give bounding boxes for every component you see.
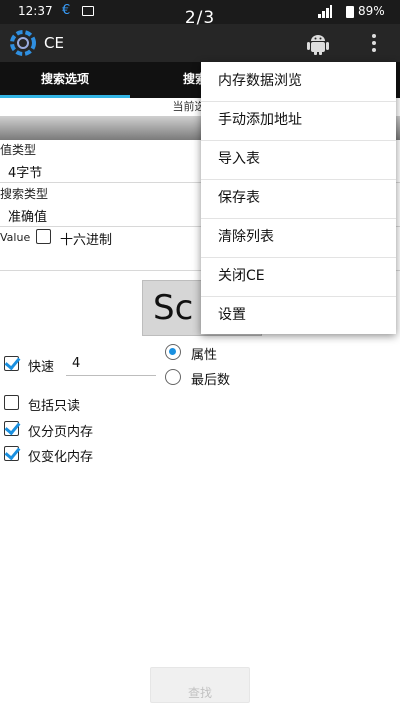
menu-item-add-address[interactable]: 手动添加地址 bbox=[201, 101, 396, 140]
menu-item-clear-list[interactable]: 清除列表 bbox=[201, 218, 396, 257]
fast-scan-input[interactable]: 4 bbox=[66, 352, 156, 376]
value-label: Value bbox=[0, 231, 31, 244]
paged-memory-label: 仅分页内存 bbox=[28, 425, 94, 440]
include-readonly-checkbox[interactable] bbox=[4, 395, 19, 410]
radio-attribute-label: 属性 bbox=[191, 348, 218, 363]
menu-item-memory-browser[interactable]: 内存数据浏览 bbox=[201, 62, 396, 101]
radio-attribute[interactable] bbox=[165, 344, 181, 360]
value-type-label: 值类型 bbox=[0, 143, 37, 157]
android-icon[interactable] bbox=[305, 30, 331, 56]
value-type-select[interactable]: 4字节 bbox=[8, 162, 42, 181]
menu-item-import-table[interactable]: 导入表 bbox=[201, 140, 396, 179]
search-type-label: 搜索类型 bbox=[0, 187, 49, 201]
page-counter: 2/3 bbox=[184, 8, 216, 28]
menu-item-save-table[interactable]: 保存表 bbox=[201, 179, 396, 218]
action-bar: CE bbox=[0, 24, 400, 62]
radio-last-digits-label: 最后数 bbox=[191, 373, 231, 388]
bottom-search-button[interactable]: 查找 bbox=[150, 667, 250, 703]
menu-item-settings[interactable]: 设置 bbox=[201, 296, 396, 335]
fast-scan-checkbox[interactable] bbox=[4, 356, 19, 371]
tab-search-options[interactable]: 搜索选项 bbox=[0, 62, 130, 98]
app-title: CE bbox=[44, 34, 64, 52]
overflow-menu: 内存数据浏览 手动添加地址 导入表 保存表 清除列表 关闭CE 设置 bbox=[201, 62, 396, 334]
fast-scan-label: 快速 bbox=[28, 360, 55, 375]
hex-label: 十六进制 bbox=[60, 233, 113, 248]
paged-memory-checkbox[interactable] bbox=[4, 421, 19, 436]
search-type-select[interactable]: 准确值 bbox=[8, 206, 47, 225]
include-readonly-label: 包括只读 bbox=[28, 399, 81, 414]
overflow-menu-icon[interactable] bbox=[368, 34, 380, 54]
menu-item-close-ce[interactable]: 关闭CE bbox=[201, 257, 396, 296]
changed-memory-checkbox[interactable] bbox=[4, 446, 19, 461]
radio-last-digits[interactable] bbox=[165, 369, 181, 385]
ce-logo-icon bbox=[10, 30, 36, 56]
changed-memory-label: 仅变化内存 bbox=[28, 450, 94, 465]
hex-checkbox[interactable] bbox=[36, 229, 51, 244]
